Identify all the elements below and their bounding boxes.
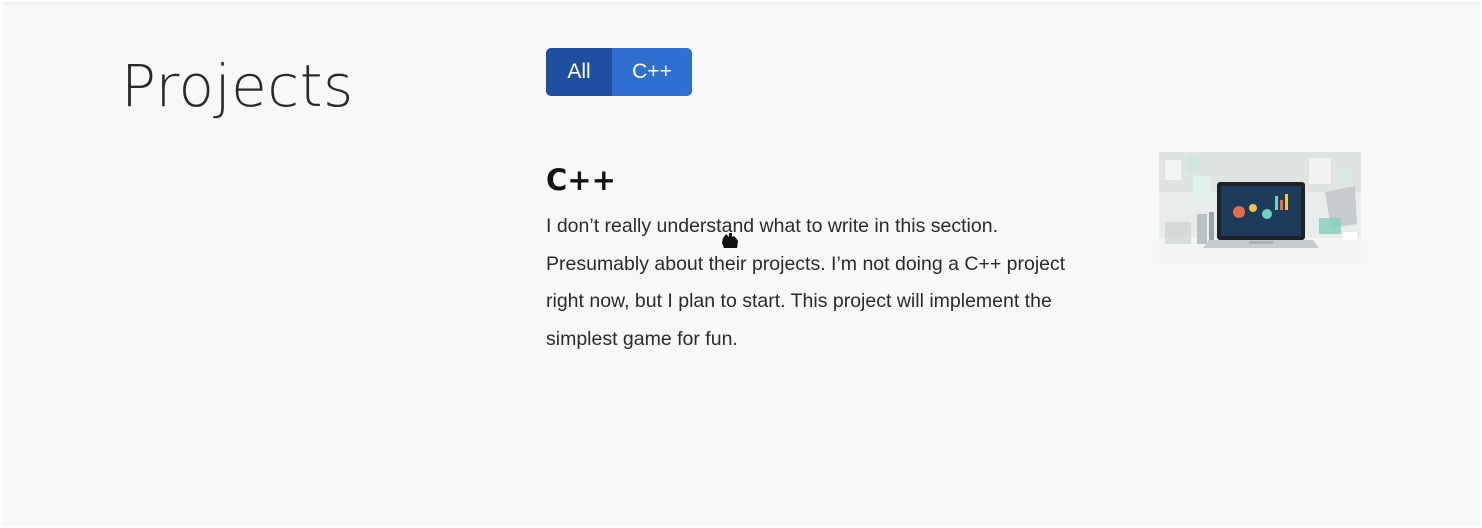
filter-cpp-button[interactable]: C++	[612, 48, 692, 96]
project-description: I don’t really understand what to write …	[546, 215, 1066, 350]
filter-button-group: All C++	[546, 48, 692, 96]
hand-pointer-icon	[722, 233, 738, 248]
filter-all-button[interactable]: All	[546, 48, 612, 96]
page-title: Projects	[121, 52, 354, 120]
page: Projects All C++ C++ I don’t really unde…	[2, 2, 1480, 526]
project-thumbnail-image[interactable]	[1159, 152, 1361, 264]
